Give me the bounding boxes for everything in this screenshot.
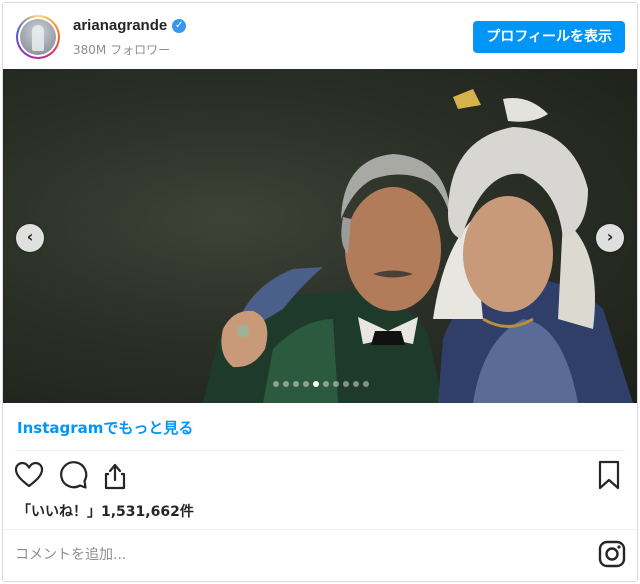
username-row: arianagrande ✓ (73, 17, 187, 34)
avatar-image (20, 19, 56, 55)
avatar[interactable] (16, 15, 60, 59)
carousel-prev-button[interactable]: ‹ (16, 224, 44, 252)
like-count: 「いいね！」1,531,662件 (17, 501, 194, 521)
carousel-dot (323, 381, 329, 387)
carousel-dot (333, 381, 339, 387)
carousel-dot (313, 381, 319, 387)
post-photo-illustration (203, 89, 633, 403)
carousel-dot (303, 381, 309, 387)
carousel-dot (283, 381, 289, 387)
carousel-dot (353, 381, 359, 387)
username[interactable]: arianagrande (73, 17, 167, 34)
share-icon[interactable] (99, 459, 131, 491)
divider (3, 529, 637, 530)
post-header: arianagrande ✓ 380M フォロワー プロフィールを表示 (3, 3, 637, 69)
heart-icon[interactable] (13, 459, 45, 491)
comment-icon[interactable] (57, 459, 89, 491)
post-image[interactable]: ‹ › (3, 69, 637, 403)
view-more-on-instagram-link[interactable]: Instagramでもっと見る (17, 417, 193, 438)
carousel-indicator (273, 381, 369, 387)
bookmark-icon[interactable] (593, 459, 625, 491)
carousel-dot (343, 381, 349, 387)
instagram-embed-card: arianagrande ✓ 380M フォロワー プロフィールを表示 ‹ › … (2, 2, 638, 582)
like-number: 1,531,662件 (101, 504, 194, 520)
carousel-dot (293, 381, 299, 387)
action-bar (13, 459, 625, 495)
verified-badge-icon: ✓ (172, 18, 187, 33)
like-label: 「いいね！」 (17, 504, 101, 520)
divider (15, 450, 625, 451)
carousel-dot (273, 381, 279, 387)
carousel-next-button[interactable]: › (596, 224, 624, 252)
comment-input[interactable] (15, 543, 575, 567)
follower-count: 380M フォロワー (73, 43, 171, 57)
instagram-logo-icon[interactable] (598, 540, 626, 568)
view-profile-button[interactable]: プロフィールを表示 (473, 21, 625, 53)
carousel-dot (363, 381, 369, 387)
